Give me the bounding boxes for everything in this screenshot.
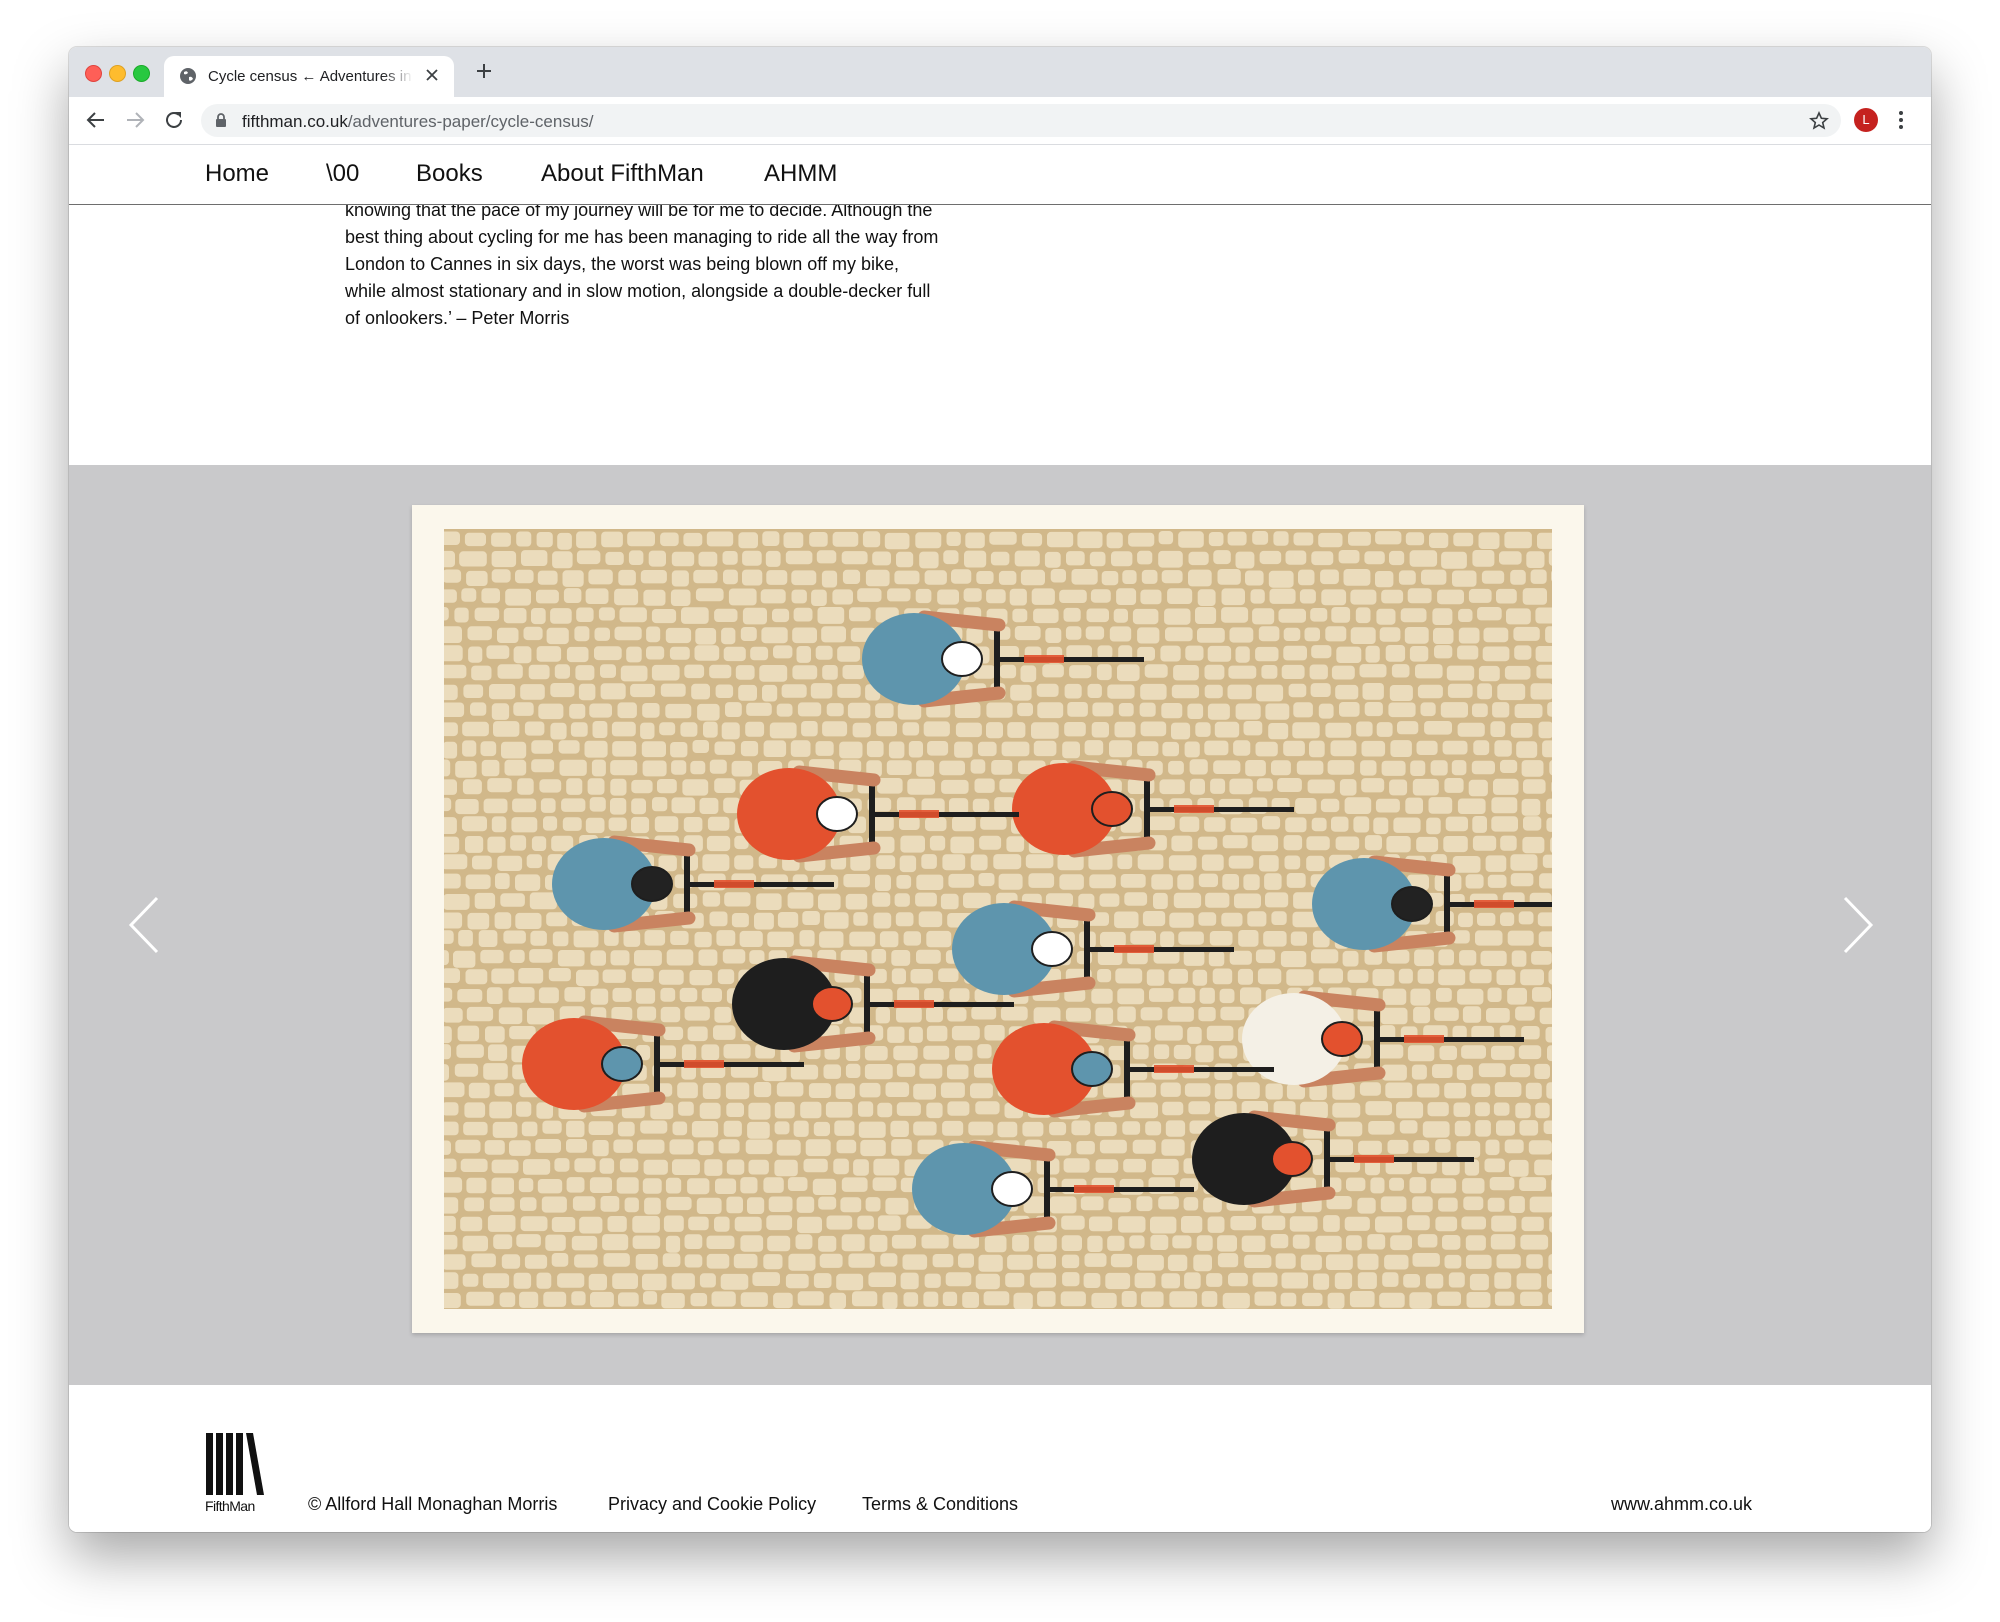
more-vert-icon[interactable] xyxy=(1898,109,1904,131)
tab-title: Cycle census ← Adventures in paper xyxy=(208,68,413,85)
chevron-right-icon[interactable] xyxy=(1841,895,1875,955)
quote-line: of onlookers.’ – Peter Morris xyxy=(345,308,570,328)
quote-line: while almost stationary and in slow moti… xyxy=(345,281,931,301)
cyclists-illustration xyxy=(444,529,1552,1309)
globe-icon xyxy=(180,68,196,84)
plus-icon[interactable] xyxy=(474,61,494,81)
site-nav: Home \00 Books About FifthMan AHMM xyxy=(69,145,1931,205)
profile-avatar[interactable]: L xyxy=(1854,108,1878,132)
browser-toolbar: fifthman.co.uk/adventures-paper/cycle-ce… xyxy=(69,97,1931,145)
copyright-text: © Allford Hall Monaghan Morris xyxy=(308,1494,558,1514)
maximize-window-button[interactable] xyxy=(133,65,150,82)
terms-conditions-link[interactable]: Terms & Conditions xyxy=(862,1494,1018,1515)
page-viewport: Home \00 Books About FifthMan AHMM knowi… xyxy=(69,145,1931,1532)
browser-window: Cycle census ← Adventures in paper fifth… xyxy=(69,47,1931,1532)
quote-line: best thing about cycling for me has been… xyxy=(345,227,939,247)
address-bar[interactable]: fifthman.co.uk/adventures-paper/cycle-ce… xyxy=(201,104,1841,137)
logo-text: FifthMan xyxy=(205,1498,255,1514)
chevron-left-icon[interactable] xyxy=(127,895,161,955)
url-path: /adventures-paper/cycle-census/ xyxy=(347,112,594,131)
nav-item-about-fifthman[interactable]: About FifthMan xyxy=(541,160,704,188)
browser-tab[interactable]: Cycle census ← Adventures in paper xyxy=(164,56,454,97)
forward-arrow-icon[interactable] xyxy=(124,109,146,131)
url-text: fifthman.co.uk/adventures-paper/cycle-ce… xyxy=(242,112,594,132)
privacy-policy-link[interactable]: Privacy and Cookie Policy xyxy=(608,1494,816,1515)
image-gallery xyxy=(69,465,1931,1385)
nav-item-ahmm[interactable]: AHMM xyxy=(764,160,837,188)
site-footer: FifthMan © Allford Hall Monaghan Morris … xyxy=(69,1385,1931,1532)
nav-item-books[interactable]: Books xyxy=(416,160,483,188)
reload-icon[interactable] xyxy=(163,109,185,131)
close-icon[interactable] xyxy=(424,67,440,83)
back-arrow-icon[interactable] xyxy=(85,109,107,131)
tab-strip: Cycle census ← Adventures in paper xyxy=(69,47,1931,97)
star-icon[interactable] xyxy=(1809,111,1829,131)
fifthman-logo[interactable] xyxy=(206,1433,264,1495)
nav-item-00[interactable]: \00 xyxy=(326,160,359,188)
article-quote: knowing that the pace of my journey will… xyxy=(345,197,965,332)
lock-icon xyxy=(216,113,226,127)
nav-item-home[interactable]: Home xyxy=(205,160,269,188)
ahmm-website-link[interactable]: www.ahmm.co.uk xyxy=(1611,1494,1752,1515)
gallery-image[interactable] xyxy=(412,505,1584,1333)
quote-line: London to Cannes in six days, the worst … xyxy=(345,254,899,274)
url-host: fifthman.co.uk xyxy=(242,112,348,131)
minimize-window-button[interactable] xyxy=(109,65,126,82)
close-window-button[interactable] xyxy=(85,65,102,82)
